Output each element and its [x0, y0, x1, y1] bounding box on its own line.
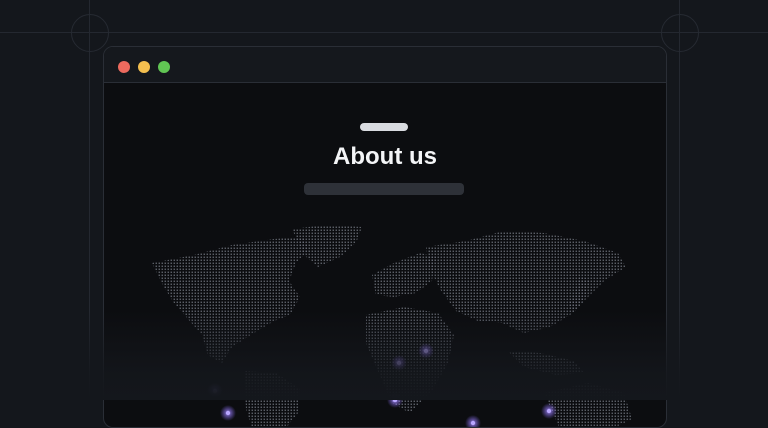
maximize-window-button[interactable]	[158, 61, 170, 73]
page-title: About us	[333, 143, 437, 170]
map-marker	[212, 388, 218, 394]
map-marker	[546, 408, 552, 414]
guide-line-right	[679, 0, 680, 400]
map-marker	[225, 410, 231, 416]
map-marker	[423, 348, 429, 354]
close-window-button[interactable]	[118, 61, 130, 73]
guide-line-top	[0, 32, 768, 33]
map-marker	[396, 360, 402, 366]
australia	[544, 383, 632, 427]
window-titlebar	[104, 47, 666, 83]
greenland	[292, 225, 362, 267]
minimize-window-button[interactable]	[138, 61, 150, 73]
map-marker	[470, 420, 476, 426]
africa	[366, 307, 454, 413]
asia	[426, 231, 626, 333]
subtitle-placeholder	[304, 183, 464, 195]
guide-circle-right	[661, 14, 699, 52]
page-content: About us	[104, 83, 666, 427]
browser-window: About us	[103, 46, 667, 428]
map-marker	[392, 397, 398, 403]
southeast-asia	[508, 351, 584, 375]
europe	[372, 253, 436, 297]
north-america	[152, 237, 309, 363]
guide-line-left	[89, 0, 90, 400]
world-map	[152, 225, 632, 427]
eyebrow-placeholder	[360, 123, 408, 131]
